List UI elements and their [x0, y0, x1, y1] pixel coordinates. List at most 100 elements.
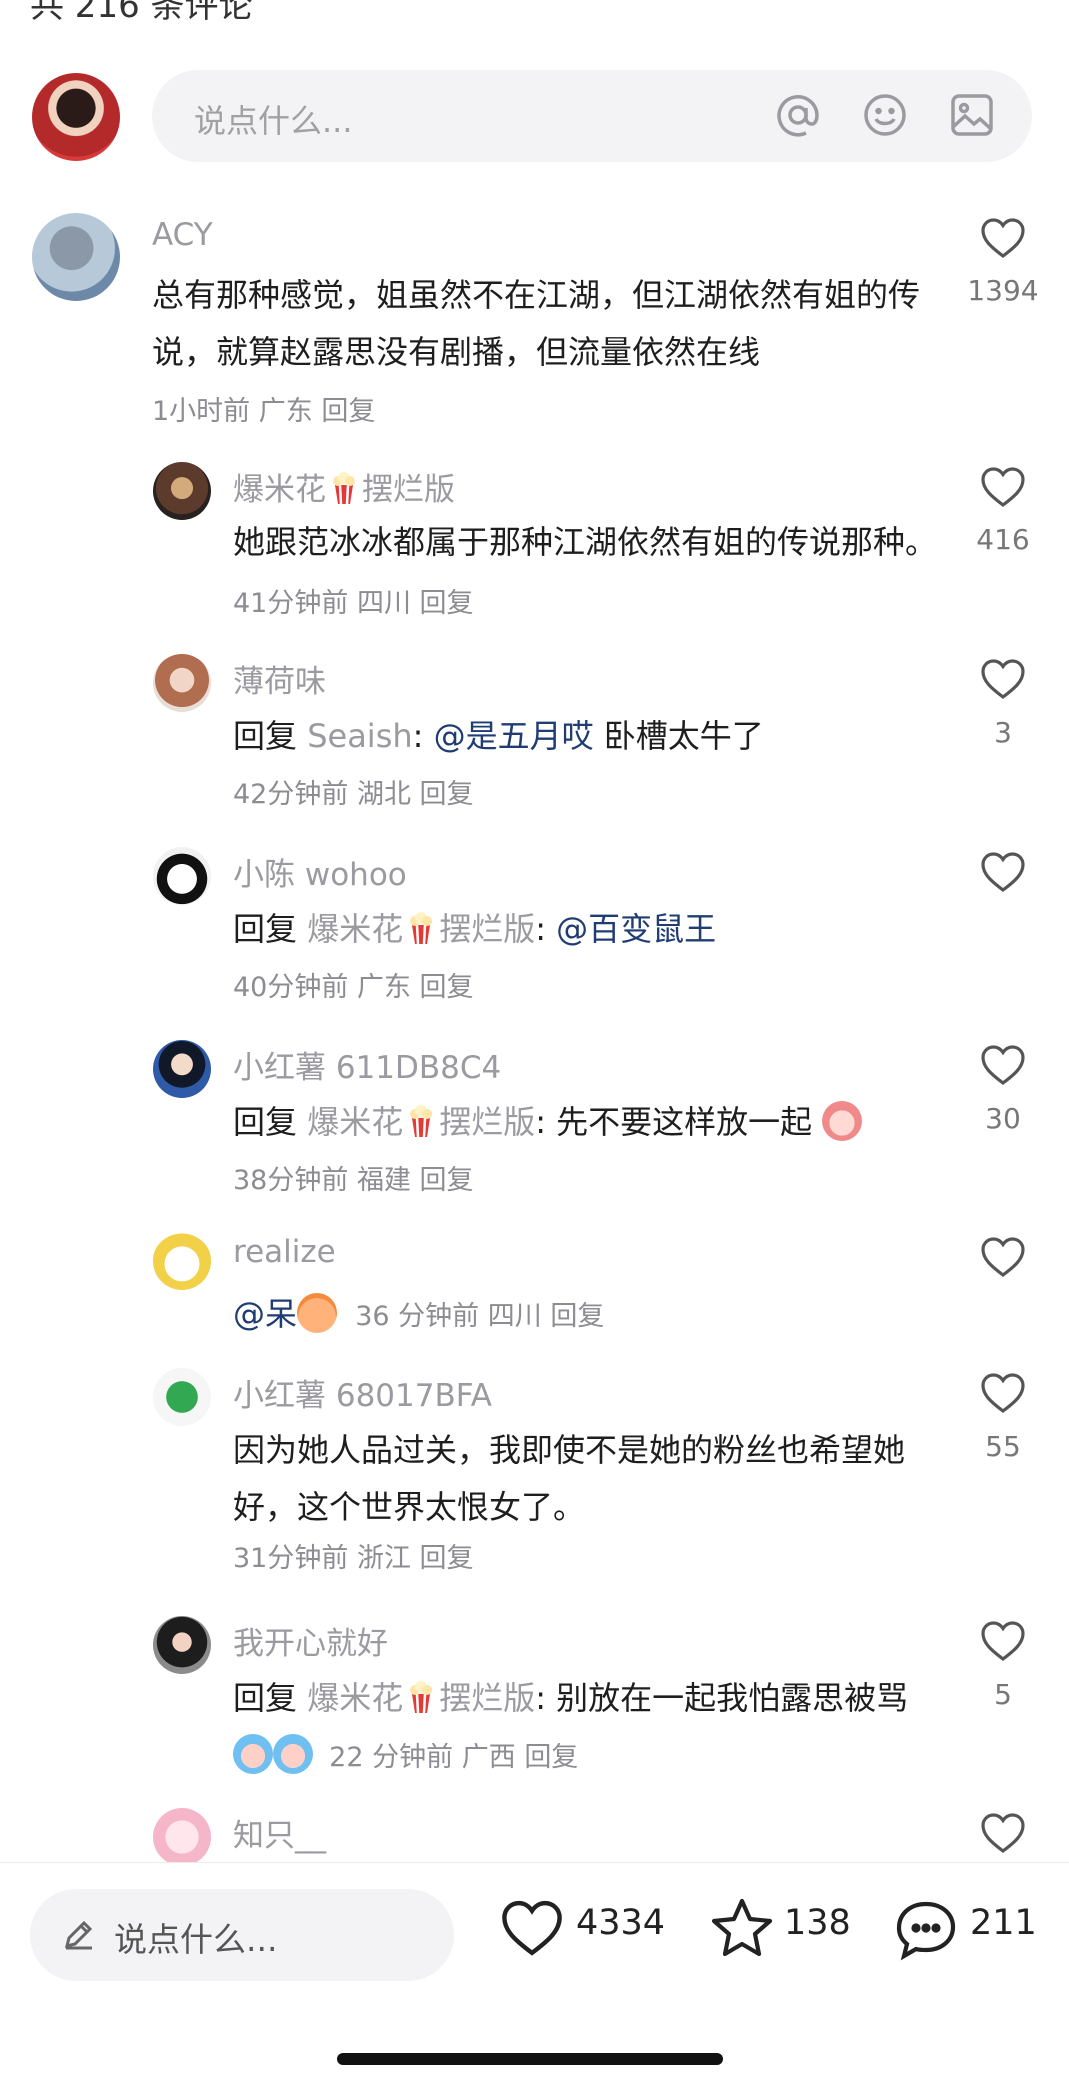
reply-text: 因为她人品过关，我即使不是她的粉丝也希望她好，这个世界太恨女了。 [233, 1431, 906, 1526]
reply-link[interactable]: 回复 [321, 396, 375, 427]
comment-input[interactable]: 说点什么... [152, 70, 1032, 162]
image-icon[interactable] [949, 92, 995, 138]
reply-username[interactable]: 薄荷味 [233, 656, 326, 701]
user-avatar[interactable] [153, 1232, 211, 1290]
crying-peach-emoji [233, 1734, 273, 1774]
comment-location: 广东 [356, 972, 411, 1003]
user-avatar[interactable] [153, 847, 211, 905]
comment-text: 总有那种感觉，姐虽然不在江湖，但江湖依然有姐的传说，就算赵露思没有剧播，但流量依… [152, 276, 921, 371]
heart-icon[interactable] [980, 466, 1026, 508]
like-count: 5 [994, 1678, 1012, 1711]
reply-text: 回复 爆米花 摆烂版: @百变鼠王 [233, 910, 717, 948]
reply-text: @呆 36 分钟前 四川 回复 [233, 1286, 943, 1345]
reply-text: 回复 Seaish: @是五月哎 卧槽太牛了 [233, 717, 764, 755]
comment-meta: 38分钟前 福建 回复 [233, 1158, 474, 1197]
like-count: 3 [994, 716, 1012, 749]
bottom-input-placeholder: 说点什么... [114, 1920, 278, 1959]
user-avatar[interactable] [32, 213, 120, 301]
heart-icon[interactable] [980, 1620, 1026, 1662]
chat-icon[interactable] [894, 1898, 958, 1962]
mention-link[interactable]: @呆 [233, 1295, 297, 1333]
reply-link[interactable]: 回复 [420, 779, 474, 810]
reply-link[interactable]: 回复 [420, 1543, 474, 1574]
reply-username[interactable]: 爆米花 摆烂版 [233, 464, 455, 509]
reply-item: 知只__ [0, 1806, 1069, 1862]
user-avatar[interactable] [153, 1808, 211, 1862]
heart-icon[interactable] [980, 1812, 1026, 1854]
reply-link[interactable]: 回复 [420, 588, 474, 619]
comment-username[interactable]: ACY [152, 217, 213, 253]
reply-username[interactable]: 小红薯 611DB8C4 [233, 1042, 501, 1087]
comment-location: 湖北 [356, 779, 411, 810]
reply-username[interactable]: 我开心就好 [233, 1618, 388, 1663]
heart-icon[interactable] [980, 1044, 1026, 1086]
user-avatar[interactable] [153, 654, 211, 712]
heart-icon[interactable] [980, 1372, 1026, 1414]
comment-count-header: 共 216 条评论 [30, 0, 253, 26]
bottom-comment-input[interactable]: 说点什么... [30, 1889, 454, 1981]
comment-location: 广西 [461, 1742, 516, 1773]
popcorn-emoji [410, 912, 433, 945]
user-avatar[interactable] [153, 1368, 211, 1426]
comment-time: 41分钟前 [233, 588, 349, 619]
comment-meta: 31分钟前 浙江 回复 [233, 1536, 474, 1575]
home-indicator [337, 2053, 723, 2065]
mention-link[interactable]: @百变鼠王 [556, 910, 716, 948]
heart-icon[interactable] [500, 1899, 564, 1957]
comment-location: 福建 [356, 1165, 411, 1196]
reply-text: 回复 爆米花 摆烂版: 别放在一起我怕露思被骂 22 分钟前 广西 回复 [233, 1679, 909, 1774]
comment-time: 1小时前 [152, 396, 251, 427]
star-icon[interactable] [710, 1897, 774, 1959]
reply-item: 薄荷味 回复 Seaish: @是五月哎 卧槽太牛了 42分钟前 湖北 回复 3 [0, 652, 1069, 822]
like-count: 30 [985, 1102, 1021, 1135]
heart-icon[interactable] [980, 1236, 1026, 1278]
comment-item: ACY 总有那种感觉，姐虽然不在江湖，但江湖依然有姐的传说，就算赵露思没有剧播，… [0, 213, 1069, 433]
reply-item: 小陈 wohoo 回复 爆米花 摆烂版: @百变鼠王 40分钟前 广东 回复 [0, 845, 1069, 1015]
post-comment-count: 211 [970, 1903, 1037, 1943]
reply-link[interactable]: 回复 [550, 1301, 604, 1332]
current-user-avatar[interactable] [32, 73, 120, 161]
comment-location: 广东 [258, 396, 313, 427]
reply-link[interactable]: 回复 [524, 1742, 578, 1773]
like-count: 55 [985, 1430, 1021, 1463]
user-avatar[interactable] [153, 462, 211, 520]
reply-username[interactable]: realize [233, 1234, 336, 1270]
comment-location: 浙江 [356, 1543, 411, 1574]
comment-meta: 42分钟前 湖北 回复 [233, 772, 474, 811]
popcorn-emoji [410, 1681, 433, 1714]
popcorn-emoji [333, 472, 355, 505]
like-count: 416 [976, 523, 1030, 556]
reply-link[interactable]: 回复 [420, 1165, 474, 1196]
pencil-icon [64, 1920, 93, 1950]
reply-item: 小红薯 68017BFA 因为她人品过关，我即使不是她的粉丝也希望她好，这个世界… [0, 1366, 1069, 1591]
reply-link[interactable]: 回复 [420, 972, 474, 1003]
peach-emoji [297, 1293, 338, 1333]
reply-text: 回复 爆米花 摆烂版: 先不要这样放一起 [233, 1094, 943, 1151]
comment-meta: 40分钟前 广东 回复 [233, 965, 474, 1004]
post-star-count: 138 [784, 1903, 851, 1943]
like-count: 1394 [967, 274, 1039, 307]
peach-face-emoji [822, 1101, 863, 1141]
comment-input-placeholder: 说点什么... [194, 102, 353, 140]
reply-item: 我开心就好 回复 爆米花 摆烂版: 别放在一起我怕露思被骂 22 分钟前 广西 回… [0, 1614, 1069, 1794]
heart-icon[interactable] [980, 217, 1026, 259]
reply-username[interactable]: 小陈 wohoo [233, 849, 407, 894]
comment-time: 42分钟前 [233, 779, 349, 810]
heart-icon[interactable] [980, 658, 1026, 700]
comment-location: 四川 [487, 1301, 542, 1332]
reply-username[interactable]: 小红薯 68017BFA [233, 1370, 492, 1415]
user-avatar[interactable] [153, 1616, 211, 1674]
bottom-action-bar: 说点什么... 4334 138 211 [0, 1862, 1069, 2084]
heart-icon[interactable] [980, 851, 1026, 893]
at-icon[interactable] [775, 92, 821, 138]
comment-time: 22 分钟前 [329, 1742, 454, 1773]
reply-item: 爆米花 摆烂版 她跟范冰冰都属于那种江湖依然有姐的传说那种。 41分钟前 四川 回… [0, 460, 1069, 630]
emoji-icon[interactable] [862, 92, 908, 138]
user-avatar[interactable] [153, 1040, 211, 1098]
mention-link[interactable]: @是五月哎 [434, 717, 594, 755]
comment-location: 四川 [356, 588, 411, 619]
reply-text: 她跟范冰冰都属于那种江湖依然有姐的传说那种。 41分钟前 四川 回复 [233, 523, 938, 619]
comment-time: 36 分钟前 [355, 1301, 480, 1332]
comment-meta: 1小时前 广东 回复 [152, 389, 375, 428]
reply-username[interactable]: 知只__ [233, 1810, 326, 1855]
